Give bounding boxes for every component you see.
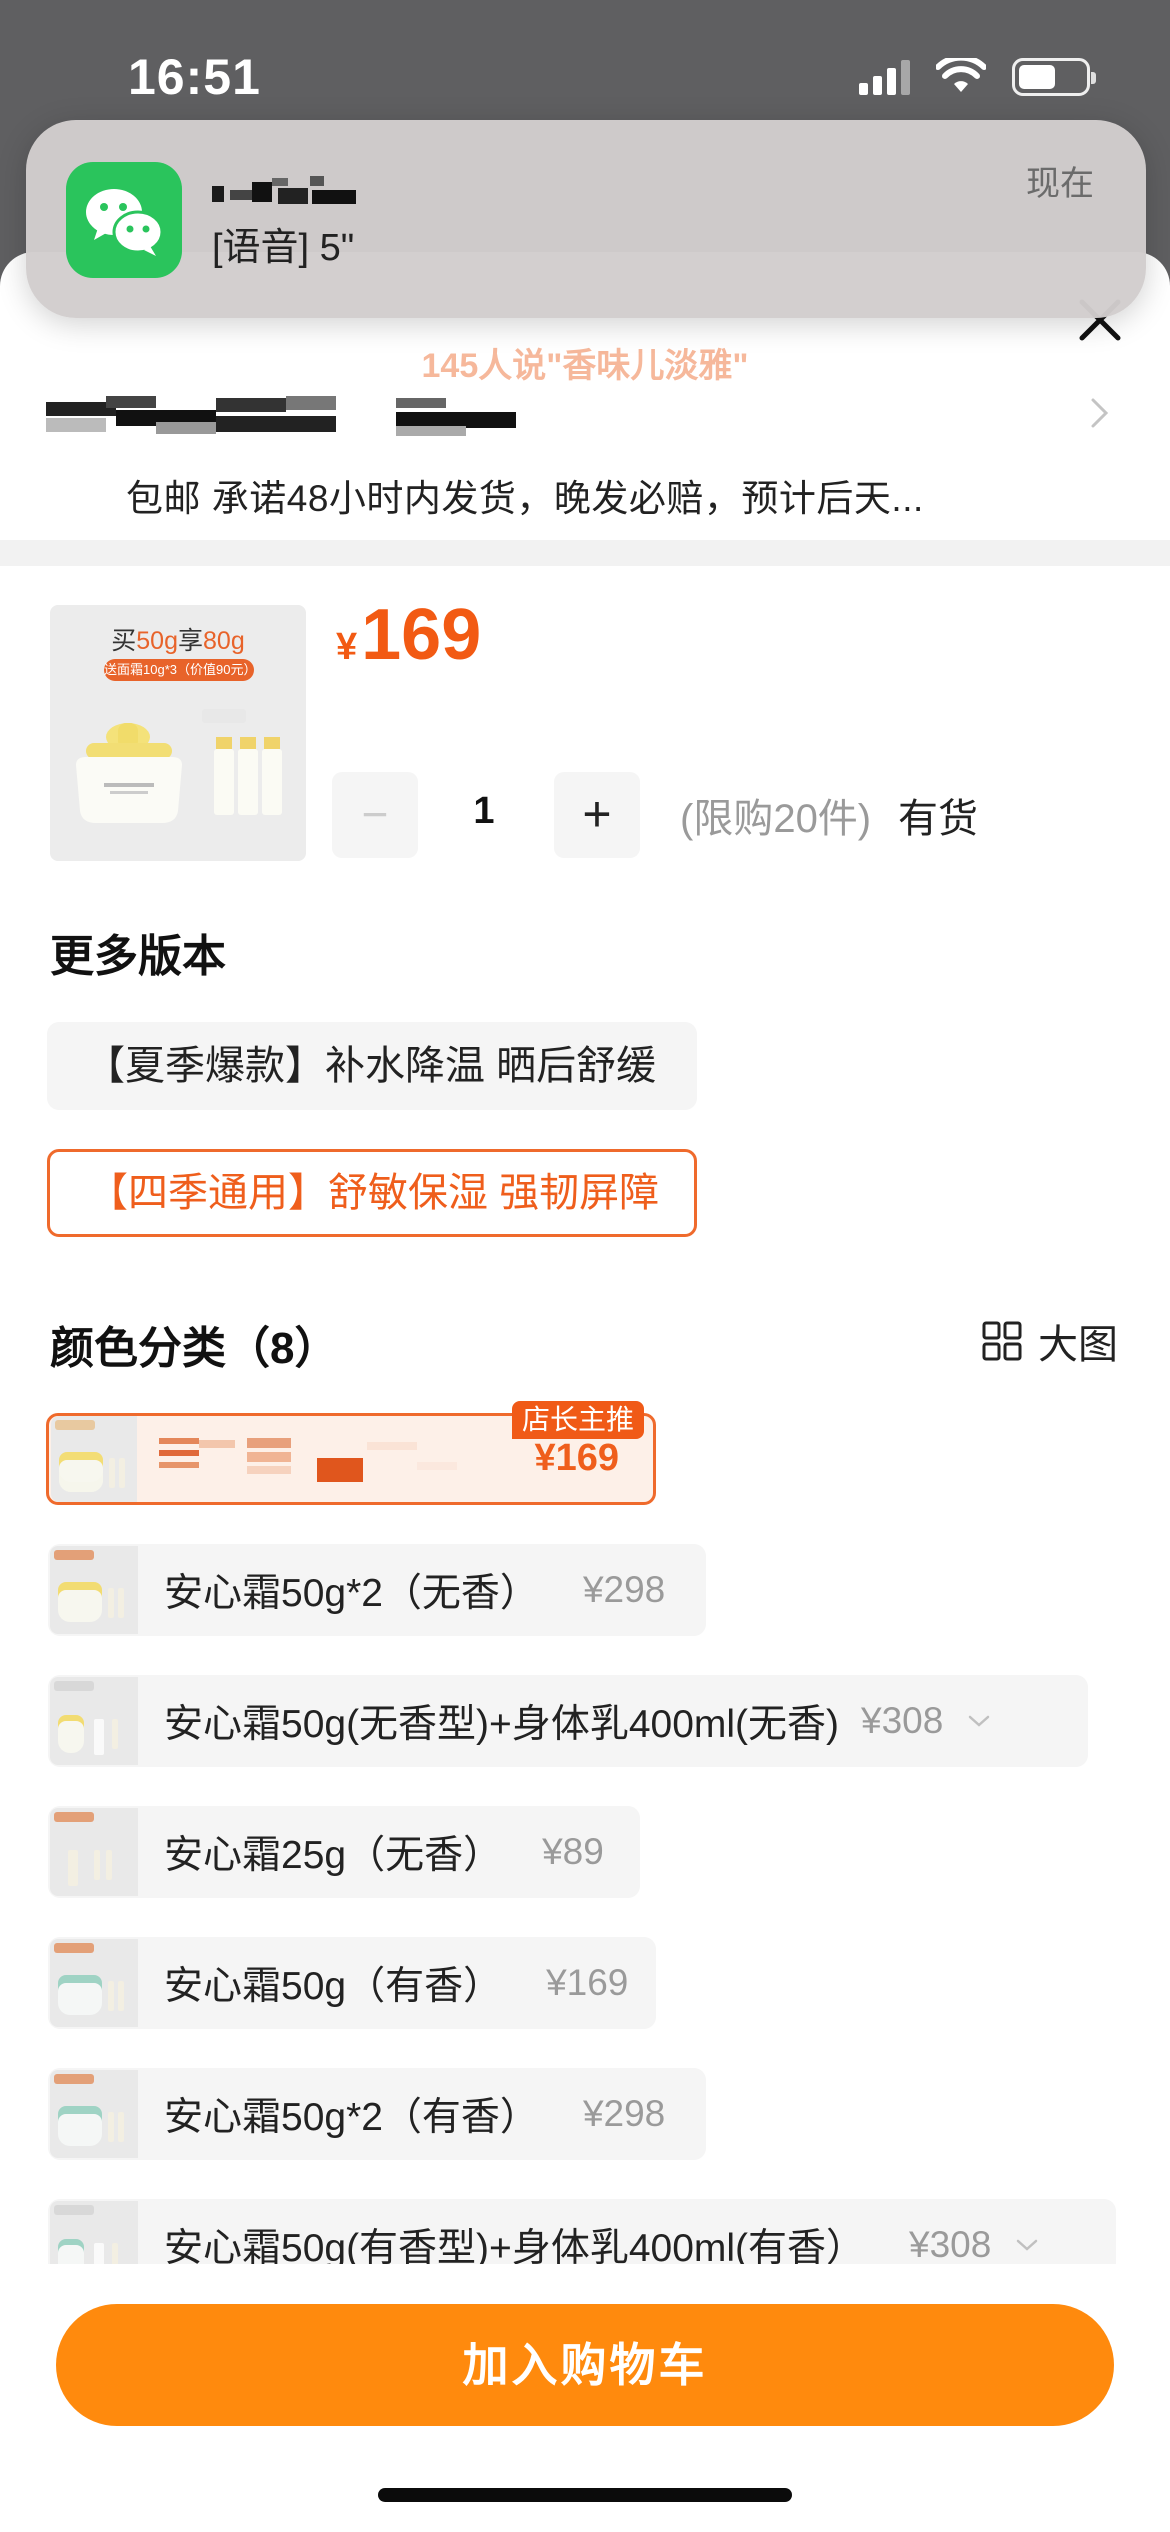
option-price: ¥308 <box>909 2224 992 2265</box>
chevron-right-icon[interactable] <box>1084 396 1114 430</box>
status-time: 16:51 <box>128 49 261 105</box>
thumb-headline-80g: 80g <box>203 627 245 655</box>
option-thumbnail <box>50 1677 138 1765</box>
price-currency: ¥ <box>336 626 358 668</box>
purchase-limit: (限购20件) <box>680 797 872 841</box>
version-option-summer[interactable]: 【夏季爆款】补水降温 晒后舒缓 <box>47 1022 697 1110</box>
tube-samples-image <box>202 709 282 815</box>
color-option[interactable]: 安心霜50g*2（无香） ¥298 <box>48 1544 706 1636</box>
notification-sender-redacted <box>212 176 356 204</box>
color-options-title: 颜色分类（8） <box>50 1324 339 1373</box>
version-option-allseason[interactable]: 【四季通用】舒敏保湿 强韧屏障 <box>47 1149 697 1237</box>
option-label: 安心霜50g*2（有香） <box>164 2096 539 2139</box>
versions-title: 更多版本 <box>50 932 226 981</box>
chevron-down-icon[interactable] <box>1015 2237 1039 2253</box>
thumb-headline: 买50g享80g <box>50 621 306 657</box>
thumb-headline-buy: 买 <box>111 627 137 655</box>
add-to-cart-button[interactable]: 加入购物车 <box>56 2304 1114 2426</box>
option-label: 安心霜50g*2（无香） <box>164 1572 539 1615</box>
option-label: 安心霜50g（有香） <box>164 1965 503 2008</box>
wechat-icon <box>66 162 182 278</box>
thumb-headline-50g: 50g <box>136 627 178 655</box>
color-option[interactable]: 安心霜50g（有香） ¥169 <box>48 1937 656 2029</box>
big-image-label: 大图 <box>1038 1323 1118 1367</box>
thumb-headline-get: 享 <box>178 627 204 655</box>
quantity-value[interactable]: 1 <box>444 790 524 833</box>
option-label: 安心霜50g(无香型)+身体乳400ml(无香) <box>164 1703 840 1746</box>
option-price: ¥298 <box>582 2093 666 2134</box>
option-thumbnail <box>50 1939 138 2027</box>
address-redacted[interactable] <box>46 392 526 438</box>
grid-view-icon <box>982 1321 1022 1361</box>
option-thumbnail <box>50 1808 138 1896</box>
color-option[interactable]: 安心霜50g(无香型)+身体乳400ml(无香) ¥308 <box>48 1675 1088 1767</box>
notification-message: [语音] 5" <box>212 227 355 269</box>
option-thumbnail <box>51 1416 137 1502</box>
option-label-redacted <box>159 1438 457 1482</box>
stock-status: 有货 <box>898 797 978 841</box>
chevron-down-icon[interactable] <box>967 1713 991 1729</box>
color-option[interactable]: 安心霜25g（无香） ¥89 <box>48 1806 640 1898</box>
notification-time: 现在 <box>1026 165 1094 203</box>
option-thumbnail <box>50 2070 138 2158</box>
home-indicator[interactable] <box>378 2488 792 2502</box>
battery-icon <box>1012 58 1096 96</box>
option-price: ¥89 <box>542 1831 604 1872</box>
option-price: ¥169 <box>534 1437 619 1479</box>
thumb-promo: 送面霜10g*3（价值90元） <box>104 659 256 681</box>
wifi-icon <box>936 58 986 92</box>
section-divider <box>0 540 1170 566</box>
quantity-decrement-button[interactable]: − <box>332 772 418 858</box>
option-price: ¥308 <box>861 1700 944 1741</box>
product-thumbnail[interactable]: 买50g享80g 送面霜10g*3（价值90元） <box>50 605 306 861</box>
review-hint: 145人说"香味儿淡雅" <box>421 347 749 385</box>
option-label: 安心霜25g（无香） <box>164 1834 503 1877</box>
option-price: ¥169 <box>546 1962 629 2003</box>
quantity-increment-button[interactable]: + <box>554 772 640 858</box>
shipping-info: 包邮 承诺48小时内发货，晚发必赔，预计后天... <box>126 478 924 519</box>
option-thumbnail <box>50 1546 138 1634</box>
recommended-badge: 店长主推 <box>512 1401 645 1439</box>
status-icons <box>859 58 1096 96</box>
notification-banner[interactable]: [语音] 5" 现在 <box>26 120 1146 318</box>
cellular-signal-icon <box>859 59 910 95</box>
option-price: ¥298 <box>582 1569 666 1610</box>
color-option[interactable]: 安心霜50g*2（有香） ¥298 <box>48 2068 706 2160</box>
big-image-toggle[interactable]: 大图 <box>982 1312 1118 1370</box>
battery-level <box>1019 65 1055 89</box>
sku-sheet <box>0 252 1170 2532</box>
price-value: 169 <box>361 595 482 675</box>
cream-jar-image <box>76 723 182 823</box>
price-row: ¥ 169 <box>336 594 481 676</box>
